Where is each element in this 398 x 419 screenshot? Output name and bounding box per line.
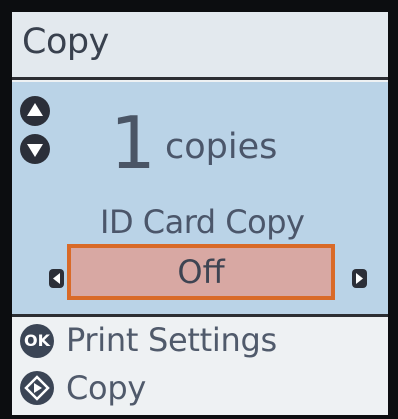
id-card-copy-value: Off	[177, 253, 225, 291]
id-card-copy-label: ID Card Copy	[100, 203, 305, 241]
screen-title: Copy	[22, 22, 109, 62]
arrow-right-icon[interactable]	[352, 269, 367, 288]
copies-count[interactable]: 1	[110, 102, 156, 184]
lcd-screen: Copy 1 copies ID Card Copy Off OK Print …	[12, 12, 388, 415]
id-card-copy-selector[interactable]: Off	[67, 244, 335, 300]
arrow-down-icon[interactable]	[20, 134, 50, 164]
title-bar: Copy	[12, 12, 388, 80]
arrow-up-icon[interactable]	[20, 96, 50, 126]
print-settings-row[interactable]: OK Print Settings	[20, 317, 380, 361]
ok-button-icon: OK	[20, 324, 54, 358]
start-copy-row[interactable]: Copy	[20, 365, 380, 409]
copies-unit-label: copies	[165, 127, 278, 167]
print-settings-label: Print Settings	[66, 321, 277, 359]
copy-settings-panel: 1 copies ID Card Copy Off	[12, 82, 388, 317]
arrow-left-icon[interactable]	[49, 269, 64, 288]
start-copy-label: Copy	[66, 369, 146, 407]
start-button-icon	[20, 371, 54, 405]
